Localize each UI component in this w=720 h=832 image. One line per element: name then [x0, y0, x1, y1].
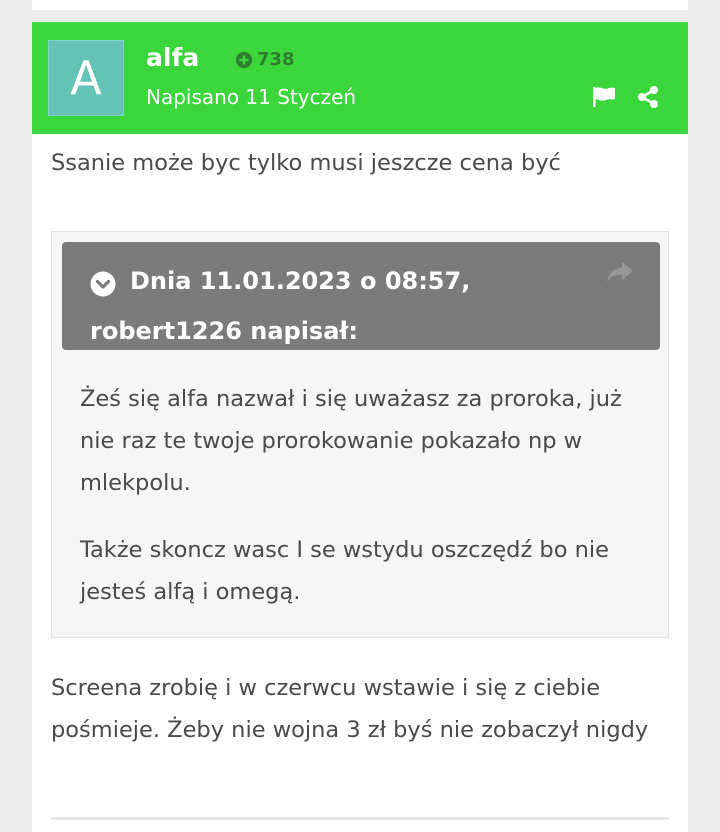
- reputation-badge: 738: [235, 49, 295, 70]
- quote-block: Dnia 11.01.2023 o 08:57, robert1226 napi…: [51, 231, 669, 638]
- reputation-count: 738: [257, 49, 295, 70]
- author-name[interactable]: alfa: [146, 43, 199, 72]
- post-date[interactable]: Napisano 11 Styczeń: [146, 85, 356, 109]
- post-text-first: Ssanie może byc tylko musi jeszcze cena …: [51, 150, 561, 176]
- share-icon[interactable]: [636, 85, 660, 109]
- quote-header[interactable]: Dnia 11.01.2023 o 08:57, robert1226 napi…: [62, 242, 660, 350]
- quote-paragraph-1: Żeś się alfa nazwał i się uważasz za pro…: [80, 386, 622, 496]
- reply-arrow-icon[interactable]: [606, 260, 634, 284]
- previous-post-edge: [32, 0, 688, 10]
- post-text-second: Screena zrobię i w czerwcu wstawie i się…: [51, 675, 649, 743]
- avatar-letter: A: [70, 51, 102, 105]
- quote-title: Dnia 11.01.2023 o 08:57, robert1226 napi…: [90, 267, 471, 345]
- post-header: A alfa 738 Napisano 11 Styczeń: [32, 22, 688, 134]
- plus-circle-icon: [235, 51, 253, 68]
- quote-paragraph-2: Także skoncz wasc I se wstydu oszczędź b…: [80, 537, 609, 605]
- avatar[interactable]: A: [48, 40, 124, 116]
- flag-icon[interactable]: [592, 86, 616, 108]
